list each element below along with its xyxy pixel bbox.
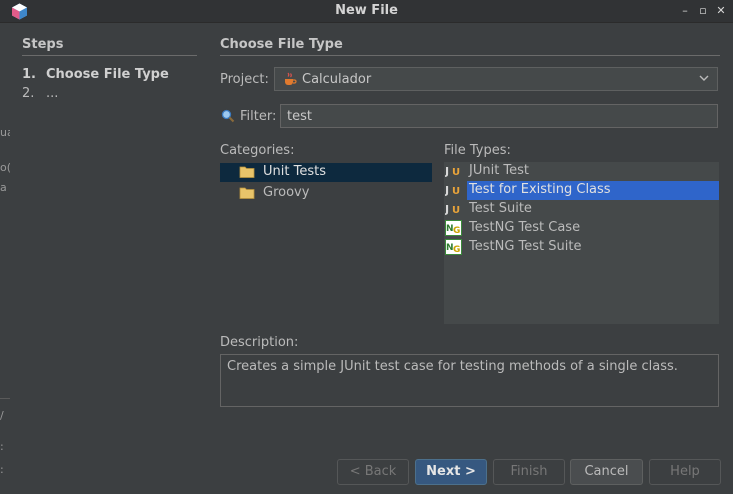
maximize-button[interactable]: ▫ [695,3,711,19]
title-divider [220,55,720,56]
category-label: Unit Tests [263,164,326,179]
description-label: Description: [220,335,299,350]
category-item-unit-tests[interactable]: Unit Tests [220,163,432,182]
filter-input[interactable] [280,104,718,128]
filter-label: Filter: [240,109,277,124]
project-label: Project: [220,72,269,87]
background-divider [0,398,10,399]
background-text-fragment: ua [0,126,10,139]
background-text-fragment: a [0,181,7,194]
folder-icon [239,166,255,178]
step-label: ... [46,86,59,101]
junit-icon: J U [445,184,460,197]
steps-panel: Steps 1. Choose File Type 2.... [10,23,208,494]
window-title: New File [335,3,398,18]
close-button[interactable]: ✕ [713,3,729,19]
svg-text:J: J [445,165,449,178]
file-type-item-testng-test-suite[interactable]: N G TestNG Test Suite [444,238,719,257]
folder-icon [239,187,255,199]
back-button[interactable]: < Back [337,459,409,485]
file-types-label: File Types: [444,143,511,158]
svg-text:U: U [452,167,460,178]
cancel-button[interactable]: Cancel [570,459,643,485]
step-number: 2. [22,86,35,101]
svg-text:J: J [445,203,449,216]
file-type-item-test-for-existing-class[interactable]: J U Test for Existing Class [445,181,719,200]
next-button[interactable]: Next > [415,459,487,485]
minimize-button[interactable]: – [677,3,693,19]
chevron-down-icon [699,75,709,81]
file-type-label: Test Suite [469,201,532,216]
step-number: 1. [22,67,36,82]
categories-label: Categories: [220,143,295,158]
steps-title: Steps [22,37,64,52]
file-type-label: TestNG Test Case [469,220,581,235]
background-text-fragment: : [0,440,4,453]
svg-text:U: U [452,205,460,216]
description-text: Creates a simple JUnit test case for tes… [220,354,719,407]
step-item: 2.... [22,86,58,101]
testng-icon: N G [445,239,462,255]
background-text-fragment: o( [0,161,10,174]
java-project-icon [285,72,297,85]
file-type-label: TestNG Test Suite [469,239,582,254]
steps-divider [22,55,197,56]
svg-text:G: G [453,245,460,255]
categories-list[interactable]: Unit Tests Groovy [220,162,432,322]
category-item-groovy[interactable]: Groovy [220,184,432,203]
project-value: Calculador [302,72,372,87]
background-text-fragment: : [0,463,4,476]
help-button[interactable]: Help [649,459,721,485]
background-text-fragment: / [0,409,4,422]
file-type-item-junit-test[interactable]: J U JUnit Test [444,162,719,181]
file-type-label: JUnit Test [469,163,530,178]
file-types-list[interactable]: J U JUnit Test J U Test for Existing Cla… [444,162,719,324]
junit-icon: J U [445,165,460,178]
step-label: Choose File Type [46,67,169,82]
finish-button[interactable]: Finish [493,459,565,485]
file-type-item-testng-test-case[interactable]: N G TestNG Test Case [444,219,719,238]
junit-icon: J U [445,203,460,216]
window-titlebar: New File – ▫ ✕ [0,0,733,23]
svg-text:U: U [452,186,460,197]
svg-text:J: J [445,184,449,197]
category-label: Groovy [263,185,310,200]
file-type-label: Test for Existing Class [469,182,611,197]
page-title: Choose File Type [220,37,343,52]
file-type-item-test-suite[interactable]: J U Test Suite [444,200,719,219]
testng-icon: N G [445,220,462,236]
search-icon [221,109,235,123]
svg-text:G: G [453,226,460,236]
step-item: 1. Choose File Type [22,67,169,82]
project-select[interactable]: Calculador [274,67,718,91]
